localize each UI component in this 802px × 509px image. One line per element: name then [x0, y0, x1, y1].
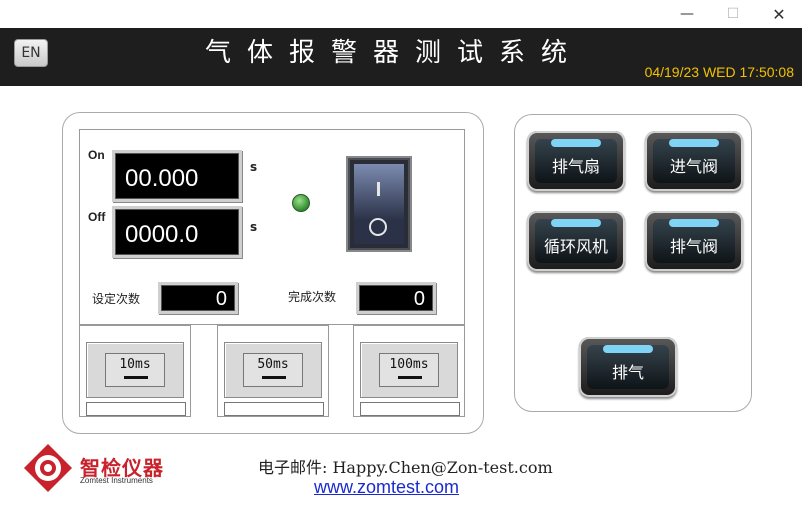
intake-valve-light-icon: [669, 139, 719, 147]
ms-100-indicator: [398, 376, 422, 379]
set-count-label: 设定次数: [92, 292, 141, 306]
language-button[interactable]: EN: [14, 39, 48, 67]
power-switch[interactable]: [346, 156, 412, 252]
switch-on-mark: [377, 182, 380, 196]
exhaust-valve-light-icon: [669, 219, 719, 227]
ms-cell-50: 50ms: [217, 325, 329, 417]
exhaust-fan-button[interactable]: 排气扇: [527, 131, 625, 191]
exhaust-light-icon: [603, 345, 653, 353]
rocker-switch-icon: [354, 164, 404, 244]
exhaust-button[interactable]: 排气: [579, 337, 677, 397]
exhaust-label: 排气: [611, 363, 644, 382]
ms-10-button[interactable]: 10ms: [86, 342, 184, 398]
contact-email: 电子邮件: Happy.Chen@Zon-test.com: [258, 458, 553, 477]
ms-cell-100: 100ms: [353, 325, 465, 417]
ms-10-indicator: [124, 376, 148, 379]
company-logo-icon: [24, 444, 72, 492]
done-count-display: 0: [356, 282, 436, 314]
timer-settings-box: On 00.000 s Off 0000.0 s 设定次数 0 完成次数 0: [79, 129, 465, 325]
ms-50-face: 50ms: [243, 353, 303, 387]
circulation-fan-face: 循环风机: [535, 219, 617, 263]
circulation-fan-label: 循环风机: [543, 237, 608, 256]
control-panel: 排气扇 进气阀 循环风机 排气阀 排气: [514, 114, 752, 412]
app-window: — ☐ ✕ EN 气体报警器测试系统 04/19/23 WED 17:50:08…: [0, 0, 802, 509]
off-time-input[interactable]: 0000.0: [112, 206, 242, 258]
exhaust-valve-face: 排气阀: [653, 219, 735, 263]
on-label: On: [88, 148, 105, 162]
ms-10-face: 10ms: [105, 353, 165, 387]
intake-valve-button[interactable]: 进气阀: [645, 131, 743, 191]
website-link[interactable]: www.zomtest.com: [314, 477, 459, 498]
ms-50-status: [224, 402, 324, 416]
ms-50-label: 50ms: [257, 357, 289, 372]
on-time-input[interactable]: 00.000: [112, 150, 242, 202]
maximize-button[interactable]: ☐: [710, 2, 756, 26]
exhaust-face: 排气: [587, 345, 669, 389]
switch-off-mark: [369, 218, 387, 236]
timing-panel: On 00.000 s Off 0000.0 s 设定次数 0 完成次数 0 1…: [62, 112, 484, 434]
exhaust-fan-face: 排气扇: [535, 139, 617, 183]
exhaust-fan-light-icon: [551, 139, 601, 147]
circulation-fan-button[interactable]: 循环风机: [527, 211, 625, 271]
ms-100-button[interactable]: 100ms: [360, 342, 458, 398]
ms-10-label: 10ms: [119, 357, 151, 372]
exhaust-valve-button[interactable]: 排气阀: [645, 211, 743, 271]
header-bar: EN 气体报警器测试系统 04/19/23 WED 17:50:08: [0, 28, 802, 86]
ms-50-button[interactable]: 50ms: [224, 342, 322, 398]
ms-100-status: [360, 402, 460, 416]
on-unit: s: [250, 160, 258, 174]
minimize-button[interactable]: —: [664, 2, 710, 26]
exhaust-valve-label: 排气阀: [669, 237, 718, 256]
ms-50-indicator: [262, 376, 286, 379]
intake-valve-label: 进气阀: [669, 157, 718, 176]
close-button[interactable]: ✕: [756, 2, 802, 26]
ms-10-status: [86, 402, 186, 416]
ms-100-label: 100ms: [389, 357, 429, 372]
datetime-display: 04/19/23 WED 17:50:08: [644, 64, 794, 80]
ms-100-face: 100ms: [379, 353, 439, 387]
title-bar: — ☐ ✕: [0, 0, 802, 28]
intake-valve-face: 进气阀: [653, 139, 735, 183]
off-label: Off: [88, 210, 106, 224]
ms-cell-10: 10ms: [79, 325, 191, 417]
off-unit: s: [250, 220, 258, 234]
exhaust-fan-label: 排气扇: [551, 157, 600, 176]
status-led-icon: [292, 194, 310, 212]
done-count-label: 完成次数: [288, 290, 337, 304]
set-count-input[interactable]: 0: [158, 282, 238, 314]
circulation-fan-light-icon: [551, 219, 601, 227]
logo-english-name: Zomtest Instruments: [80, 476, 153, 485]
app-title: 气体报警器测试系统: [205, 38, 584, 68]
